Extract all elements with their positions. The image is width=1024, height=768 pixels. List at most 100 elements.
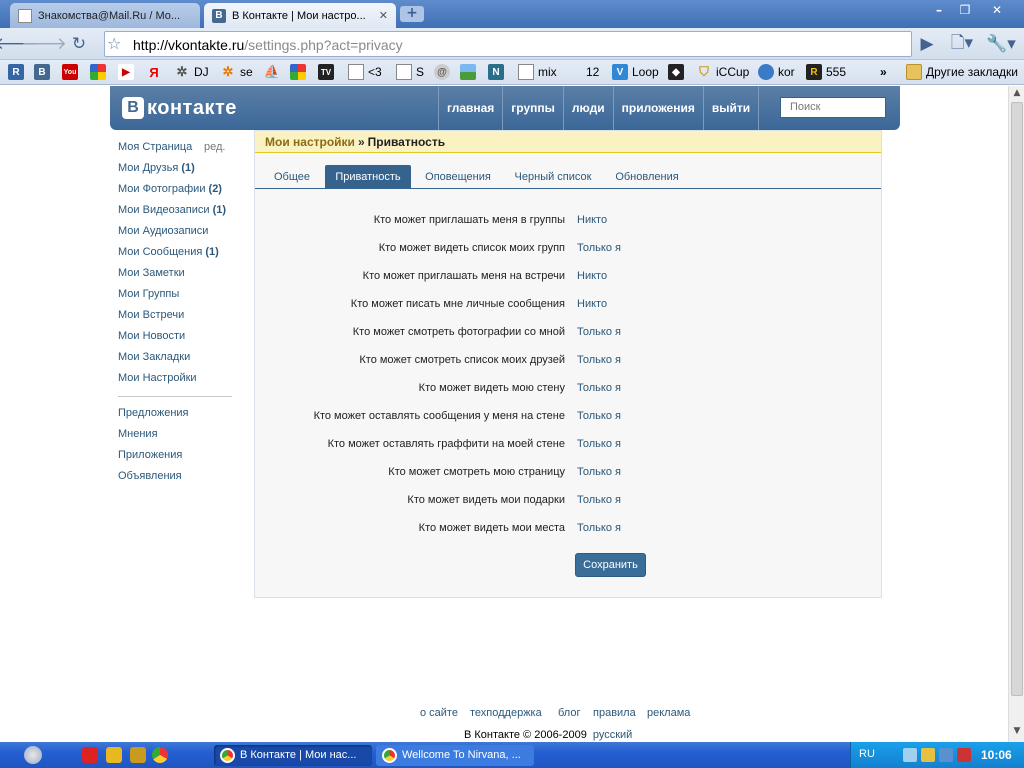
bookmark-swirl[interactable]: @ [434,64,454,80]
bookmark-iccup[interactable]: ⛉ iCCup [696,64,749,80]
nav-apps[interactable]: приложения [612,86,703,130]
bookmark-mix[interactable]: mix [518,64,557,80]
bookmark-555[interactable]: R 555 [806,64,846,80]
quicklaunch-app-icon[interactable] [130,747,146,763]
left-menu-item-audio[interactable]: Мои Аудиозаписи [118,225,232,246]
bookmark-n[interactable]: N [488,64,508,80]
bookmark-s[interactable]: S [396,64,424,80]
privacy-value-link[interactable]: Только я [577,382,621,394]
privacy-value-link[interactable]: Только я [577,242,621,254]
nav-people[interactable]: люди [562,86,613,130]
privacy-value-link[interactable]: Только я [577,494,621,506]
close-window-icon[interactable]: ✕ [986,2,1008,20]
bookmark-youtube[interactable]: You [62,64,82,80]
footer-link-support[interactable]: техподдержка [470,707,542,719]
privacy-value-link[interactable]: Только я [577,354,621,366]
privacy-value-link[interactable]: Никто [577,298,607,310]
left-menu-item-my-page[interactable]: Моя Страница ред. [118,141,232,162]
left-menu-item-messages[interactable]: Мои Сообщения (1) [118,246,232,267]
keyboard-language[interactable]: RU [859,748,875,760]
bookmark-kor[interactable]: kor [758,64,795,80]
tab-general[interactable]: Общее [265,165,319,189]
privacy-value-link[interactable]: Только я [577,522,621,534]
nav-logout[interactable]: выйти [702,86,760,130]
footer-link-rules[interactable]: правила [593,707,636,719]
bookmark-tv[interactable]: TV [318,64,338,80]
left-menu-item-notes[interactable]: Мои Заметки [118,267,232,288]
edit-link[interactable]: ред. [204,141,225,153]
left-menu-item-settings[interactable]: Мои Настройки [118,372,232,393]
go-arrow-icon[interactable]: ▶ [916,33,938,55]
quicklaunch-app-icon[interactable] [106,747,122,763]
chrome-icon[interactable] [152,747,168,763]
left-menu-item-applications[interactable]: Приложения [118,449,232,470]
tab-blacklist[interactable]: Черный список [507,165,599,189]
address-bar[interactable]: ☆ http://vkontakte.ru/settings.php?act=p… [104,31,912,57]
network-icon[interactable] [903,748,917,762]
bookmarks-overflow-button[interactable]: » [880,64,887,80]
start-button[interactable] [24,746,42,764]
taskbar-task-nirvana[interactable]: Wellcome To Nirvana, ... [376,745,534,766]
bookmark-google-2[interactable] [290,64,310,80]
reload-icon[interactable]: ↻ [68,33,90,55]
bookmark-sailboat[interactable]: ⛵ [264,64,284,80]
vk-logo[interactable]: В контакте [122,96,237,120]
bookmark-r[interactable]: R [8,64,28,80]
bookmark-landscape[interactable] [460,64,480,80]
privacy-value-link[interactable]: Только я [577,438,621,450]
tray-alert-icon[interactable] [957,748,971,762]
bookmark-google[interactable] [90,64,110,80]
privacy-value-link[interactable]: Только я [577,410,621,422]
privacy-value-link[interactable]: Никто [577,214,607,226]
restore-icon[interactable]: ❐ [954,2,976,20]
bookmark-se[interactable]: ✲ se [220,64,253,80]
forward-icon[interactable]: 🡒 [21,33,67,55]
scrollbar-thumb[interactable] [1011,102,1023,696]
new-tab-button[interactable]: + [400,6,424,22]
bookmark-12[interactable]: 12 [586,64,599,80]
bookmark-star-icon[interactable]: ☆ [107,34,127,53]
bookmark-square[interactable]: ◆ [668,64,688,80]
footer-link-about[interactable]: о сайте [420,707,458,719]
tray-app-icon[interactable] [939,748,953,762]
left-menu-item-videos[interactable]: Мои Видеозаписи (1) [118,204,232,225]
left-menu-item-opinions[interactable]: Мнения [118,428,232,449]
left-menu-item-photos[interactable]: Мои Фотографии (2) [118,183,232,204]
bookmark-yandex[interactable]: Я [146,64,166,80]
bookmark-dj[interactable]: ✲ DJ [174,64,209,80]
bookmark-loop[interactable]: V Loop [612,64,659,80]
scroll-down-icon[interactable]: ▼ [1011,726,1023,738]
bookmark-play[interactable]: ▶ [118,64,138,80]
privacy-value-link[interactable]: Только я [577,466,621,478]
language-link[interactable]: русский [593,729,632,741]
page-scrollbar[interactable]: ▲ ▼ [1008,86,1024,742]
left-menu-item-events[interactable]: Мои Встречи [118,309,232,330]
privacy-value-link[interactable]: Только я [577,326,621,338]
left-menu-item-bookmarks[interactable]: Мои Закладки [118,351,232,372]
tab-updates[interactable]: Обновления [607,165,687,189]
left-menu-item-friends[interactable]: Мои Друзья (1) [118,162,232,183]
left-menu-item-offers[interactable]: Предложения [118,407,232,428]
breadcrumb-settings-link[interactable]: Мои настройки [265,135,355,149]
left-menu-item-news[interactable]: Мои Новости [118,330,232,351]
footer-link-ads[interactable]: реклама [647,707,690,719]
browser-tab-mail[interactable]: Знакомства@Mail.Ru / Мо... [10,3,200,28]
page-menu-icon[interactable]: 🗋▾ [948,33,976,55]
search-input[interactable]: Поиск [780,97,886,118]
bookmark-vk[interactable]: B [34,64,54,80]
tab-privacy[interactable]: Приватность [325,165,411,189]
other-bookmarks-folder[interactable]: Другие закладки [906,64,1018,80]
left-menu-item-ads[interactable]: Объявления [118,470,232,491]
tab-notifications[interactable]: Оповещения [417,165,499,189]
left-menu-item-groups[interactable]: Мои Группы [118,288,232,309]
nav-groups[interactable]: группы [502,86,563,130]
opera-icon[interactable] [82,747,98,763]
footer-link-blog[interactable]: блог [558,707,580,719]
wrench-menu-icon[interactable]: 🔧▾ [986,33,1016,55]
privacy-value-link[interactable]: Никто [577,270,607,282]
tray-app-icon[interactable] [921,748,935,762]
save-button[interactable]: Сохранить [575,553,646,577]
bookmark-heart[interactable]: <3 [348,64,382,80]
scroll-up-icon[interactable]: ▲ [1011,88,1023,100]
taskbar-task-vkontakte[interactable]: В Контакте | Мои нас... [214,745,372,766]
